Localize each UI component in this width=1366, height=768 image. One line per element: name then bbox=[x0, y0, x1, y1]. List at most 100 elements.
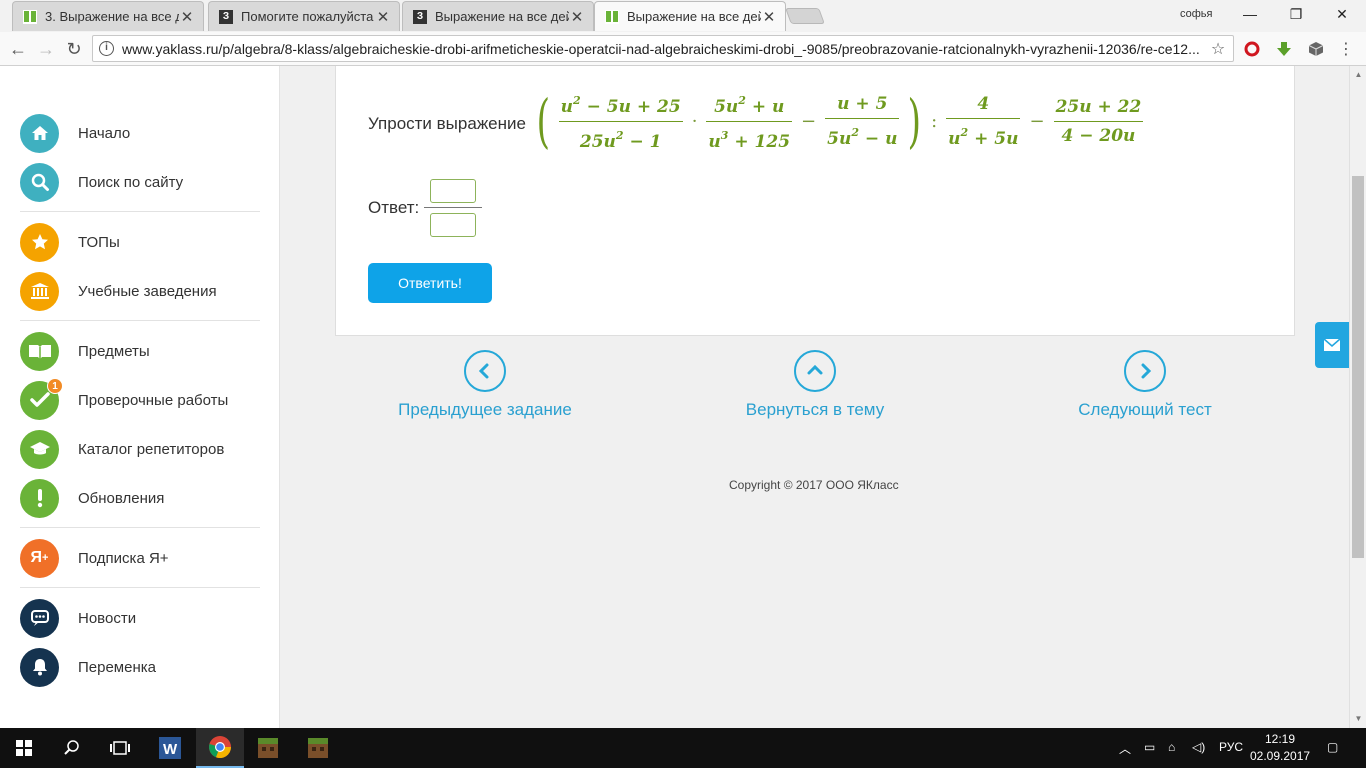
fraction-bar bbox=[825, 117, 900, 119]
sidebar-item-institutions[interactable]: Учебные заведения bbox=[20, 271, 260, 311]
book-icon bbox=[20, 331, 59, 371]
sidebar-item-subscription[interactable]: Я + Подписка Я+ bbox=[20, 538, 260, 578]
notification-badge: 1 bbox=[47, 377, 63, 394]
url-text[interactable]: www.yaklass.ru/p/algebra/8-klass/algebra… bbox=[122, 41, 1209, 57]
close-window-icon[interactable]: ✕ bbox=[1332, 4, 1352, 24]
word-app-icon[interactable]: W bbox=[146, 728, 194, 768]
scroll-down-icon[interactable]: ▼ bbox=[1350, 714, 1366, 723]
prev-task-link[interactable]: Предыдущее задание bbox=[365, 350, 605, 420]
profile-name[interactable]: софья bbox=[1180, 8, 1212, 20]
browser-tab[interactable]: З Помогите пожалуйста в ✕ bbox=[208, 1, 400, 31]
sidebar-item-home[interactable]: Начало bbox=[20, 113, 260, 153]
reload-icon[interactable]: ↻ bbox=[62, 37, 86, 61]
sidebar-divider bbox=[20, 211, 260, 212]
restore-icon[interactable]: ❐ bbox=[1286, 4, 1306, 24]
browser-tab[interactable]: З Выражение на все дейс ✕ bbox=[402, 1, 594, 31]
fraction: 4 u2 + 5u bbox=[946, 93, 1021, 150]
checkmark-icon: 1 bbox=[20, 377, 63, 420]
numerator: u2 − 5u + 25 bbox=[560, 93, 681, 117]
building-icon bbox=[20, 271, 59, 311]
sidebar-item-break[interactable]: Переменка bbox=[20, 647, 260, 687]
prev-task-label[interactable]: Предыдущее задание bbox=[365, 400, 605, 420]
opera-extension-icon[interactable] bbox=[1242, 39, 1262, 59]
browser-tab[interactable]: 3. Выражение на все де ✕ bbox=[12, 1, 204, 31]
sidebar-item-label: Обновления bbox=[78, 489, 165, 507]
sidebar-item-label: Новости bbox=[78, 609, 137, 627]
address-bar[interactable]: i www.yaklass.ru/p/algebra/8-klass/algeb… bbox=[92, 35, 1234, 62]
browser-tab-active[interactable]: Выражение на все дейс ✕ bbox=[594, 1, 786, 31]
back-to-topic-link[interactable]: Вернуться в тему bbox=[695, 350, 935, 420]
answer-fraction-bar bbox=[424, 207, 482, 208]
sidebar-item-label: Подписка Я+ bbox=[78, 549, 169, 567]
close-tab-icon[interactable]: ✕ bbox=[569, 8, 585, 26]
back-to-topic-label[interactable]: Вернуться в тему bbox=[695, 400, 935, 420]
network-icon[interactable]: ⌂ bbox=[1168, 740, 1175, 754]
info-icon[interactable]: i bbox=[99, 41, 114, 56]
browser-toolbar: ← → ↻ i www.yaklass.ru/p/algebra/8-klass… bbox=[0, 32, 1366, 66]
volume-icon[interactable]: ◁) bbox=[1192, 740, 1205, 754]
clock[interactable]: 12:19 02.09.2017 bbox=[1250, 731, 1310, 765]
numerator: 5u2 + u bbox=[714, 93, 785, 117]
sidebar-item-label: Начало bbox=[78, 124, 131, 142]
fraction-bar bbox=[706, 120, 793, 122]
ya-plus-icon: Я + bbox=[20, 538, 59, 578]
new-tab-button[interactable] bbox=[785, 8, 825, 24]
answer-denominator-input[interactable] bbox=[430, 213, 476, 237]
back-arrow-icon[interactable]: ← bbox=[6, 37, 30, 61]
sidebar-divider bbox=[20, 320, 260, 321]
close-tab-icon[interactable]: ✕ bbox=[375, 8, 391, 26]
sidebar-item-search[interactable]: Поиск по сайту bbox=[20, 162, 260, 202]
sidebar-item-tests[interactable]: 1 Проверочные работы bbox=[20, 377, 260, 420]
menu-dots-icon[interactable]: ⋮ bbox=[1336, 39, 1356, 59]
denominator: u2 + 5u bbox=[948, 125, 1019, 149]
sidebar-item-updates[interactable]: Обновления bbox=[20, 478, 260, 518]
download-extension-icon[interactable] bbox=[1274, 39, 1294, 59]
next-test-link[interactable]: Следующий тест bbox=[1025, 350, 1265, 420]
sidebar-item-label: Предметы bbox=[78, 342, 150, 360]
minecraft-app-icon[interactable] bbox=[294, 728, 342, 768]
task-view-icon[interactable] bbox=[96, 728, 144, 768]
home-icon bbox=[20, 113, 59, 153]
clock-time: 12:19 bbox=[1264, 732, 1296, 746]
windows-start-icon[interactable] bbox=[0, 728, 48, 768]
cube-extension-icon[interactable] bbox=[1306, 39, 1326, 59]
answer-numerator-input[interactable] bbox=[430, 179, 476, 203]
tab-title: Помогите пожалуйста в bbox=[241, 9, 375, 24]
sidebar-item-subjects[interactable]: Предметы bbox=[20, 331, 260, 371]
notifications-icon[interactable]: ▢ bbox=[1327, 740, 1338, 754]
svg-text:W: W bbox=[163, 741, 178, 758]
page-scrollbar[interactable]: ▲ ▼ bbox=[1349, 66, 1366, 728]
windows-taskbar: W ︿ ▭ ⌂ ◁) РУС 12:19 02.09.2017 ▢ bbox=[0, 728, 1366, 768]
forward-arrow-icon[interactable]: → bbox=[34, 37, 58, 61]
battery-icon[interactable]: ▭ bbox=[1144, 740, 1155, 754]
fraction: 5u2 + u u3 + 125 bbox=[706, 90, 793, 153]
scroll-thumb[interactable] bbox=[1352, 176, 1364, 558]
chrome-app-icon[interactable] bbox=[196, 728, 244, 768]
bookmark-star-icon[interactable]: ☆ bbox=[1209, 39, 1227, 59]
exclamation-icon bbox=[20, 478, 59, 518]
minus-sign: − bbox=[1029, 110, 1045, 132]
sidebar: Начало Поиск по сайту ТОПы Учебные завед… bbox=[0, 66, 280, 728]
sidebar-item-label: Поиск по сайту bbox=[78, 173, 184, 191]
close-tab-icon[interactable]: ✕ bbox=[179, 8, 195, 26]
chevron-up-icon[interactable]: ︿ bbox=[1119, 740, 1131, 757]
sidebar-item-label: Каталог репетиторов bbox=[78, 440, 225, 458]
scroll-up-icon[interactable]: ▲ bbox=[1350, 70, 1366, 79]
minecraft-app-icon[interactable] bbox=[244, 728, 292, 768]
language-indicator[interactable]: РУС bbox=[1219, 740, 1243, 754]
minus-sign: − bbox=[801, 110, 817, 132]
search-icon[interactable] bbox=[48, 728, 96, 768]
sidebar-item-tutors[interactable]: Каталог репетиторов bbox=[20, 429, 260, 469]
fraction-bar bbox=[946, 117, 1021, 119]
close-tab-icon[interactable]: ✕ bbox=[761, 8, 777, 26]
sidebar-item-tops[interactable]: ТОПы bbox=[20, 222, 260, 262]
sidebar-item-news[interactable]: Новости bbox=[20, 598, 260, 638]
next-test-label[interactable]: Следующий тест bbox=[1025, 400, 1265, 420]
minimize-icon[interactable]: — bbox=[1240, 4, 1260, 24]
sidebar-divider bbox=[20, 587, 260, 588]
envelope-icon bbox=[1323, 338, 1341, 351]
task-prompt: Упрости выражение bbox=[368, 114, 526, 133]
feedback-mail-button[interactable] bbox=[1315, 322, 1349, 368]
submit-answer-button[interactable]: Ответить! bbox=[368, 263, 492, 303]
sidebar-item-label: Проверочные работы bbox=[78, 391, 229, 409]
